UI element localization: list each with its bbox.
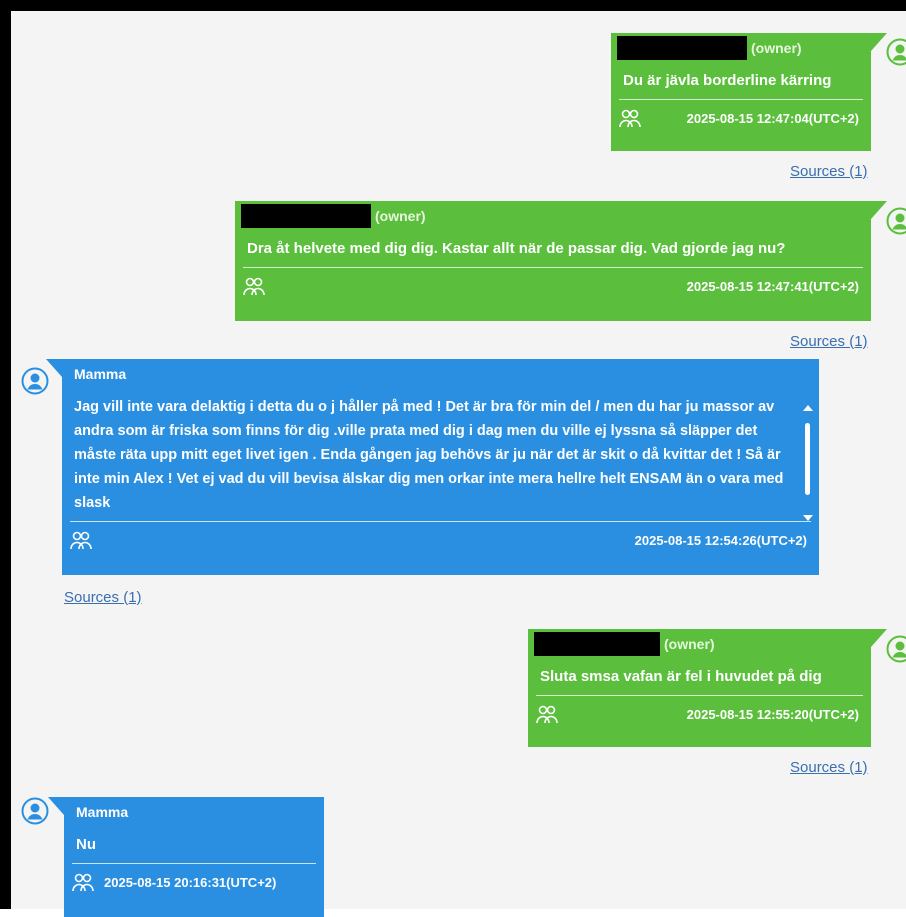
message-header: (owner)	[528, 629, 871, 659]
avatar-icon	[886, 635, 906, 663]
message-text: Du är jävla borderline kärring	[611, 63, 871, 93]
timestamp: 2025-08-15 12:47:04(UTC+2)	[687, 111, 859, 126]
group-icon	[72, 872, 94, 892]
message-bubble-incoming[interactable]: Mamma Jag vill inte vara delaktig i dett…	[62, 359, 819, 575]
owner-label: (owner)	[375, 208, 426, 224]
bubble-tail	[871, 33, 887, 51]
group-icon	[243, 276, 265, 296]
sources-link[interactable]: Sources (1)	[790, 333, 868, 350]
message-footer: 2025-08-15 12:55:20(UTC+2)	[528, 696, 871, 732]
message-text: Dra åt helvete med dig dig. Kastar allt …	[235, 231, 871, 261]
message-text: Sluta smsa vafan är fel i huvudet på dig	[528, 659, 871, 689]
chat-view: (owner) Du är jävla borderline kärring 2…	[0, 0, 906, 909]
timestamp: 2025-08-15 20:16:31(UTC+2)	[104, 875, 276, 890]
timestamp: 2025-08-15 12:47:41(UTC+2)	[687, 279, 859, 294]
avatar-icon	[21, 367, 49, 395]
bubble-tail	[871, 629, 887, 647]
redacted-sender-name	[534, 632, 660, 656]
redacted-sender-name	[241, 204, 371, 228]
scroll-down-arrow-icon[interactable]	[803, 515, 813, 521]
message-text: Jag vill inte vara delaktig i detta du o…	[62, 389, 819, 515]
message-text: Nu	[64, 827, 324, 857]
scroll-up-arrow-icon[interactable]	[803, 405, 813, 411]
redacted-sender-name	[617, 36, 747, 60]
message-bubble-outgoing[interactable]: (owner) Du är jävla borderline kärring 2…	[611, 33, 871, 151]
avatar-icon	[886, 207, 906, 235]
scroll-thumb[interactable]	[805, 423, 810, 495]
sender-name: Mamma	[64, 797, 324, 827]
timestamp: 2025-08-15 12:54:26(UTC+2)	[635, 533, 807, 548]
sender-name: Mamma	[62, 359, 819, 389]
message-header: (owner)	[235, 201, 871, 231]
sources-link[interactable]: Sources (1)	[790, 163, 868, 180]
message-footer: 2025-08-15 12:54:26(UTC+2)	[62, 522, 819, 558]
message-header: (owner)	[611, 33, 871, 63]
sources-link[interactable]: Sources (1)	[64, 589, 142, 606]
scrollbar[interactable]	[803, 405, 813, 521]
owner-label: (owner)	[664, 636, 715, 652]
timestamp: 2025-08-15 12:55:20(UTC+2)	[687, 707, 859, 722]
message-footer: 2025-08-15 20:16:31(UTC+2)	[64, 864, 324, 900]
group-icon	[619, 108, 641, 128]
owner-label: (owner)	[751, 40, 802, 56]
sources-link[interactable]: Sources (1)	[790, 759, 868, 776]
message-footer: 2025-08-15 12:47:04(UTC+2)	[611, 100, 871, 136]
group-icon	[536, 704, 558, 724]
bubble-tail	[48, 797, 64, 815]
message-footer: 2025-08-15 12:47:41(UTC+2)	[235, 268, 871, 304]
bubble-tail	[46, 359, 62, 377]
message-bubble-outgoing[interactable]: (owner) Sluta smsa vafan är fel i huvude…	[528, 629, 871, 747]
avatar-icon	[21, 797, 49, 825]
bubble-tail	[871, 201, 887, 219]
message-bubble-incoming[interactable]: Mamma Nu 2025-08-15 20:16:31(UTC+2)	[64, 797, 324, 917]
avatar-icon	[886, 38, 906, 66]
message-bubble-outgoing[interactable]: (owner) Dra åt helvete med dig dig. Kast…	[235, 201, 871, 321]
group-icon	[70, 530, 92, 550]
